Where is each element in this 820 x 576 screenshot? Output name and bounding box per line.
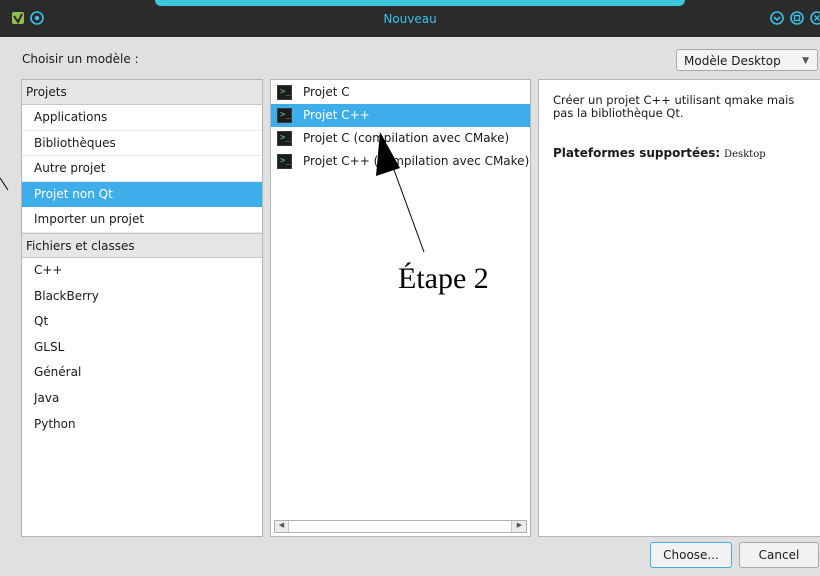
template-description: Créer un projet C++ utilisant qmake mais…: [553, 93, 795, 120]
category-item-import-project[interactable]: Importer un projet: [22, 207, 262, 233]
category-item-general[interactable]: Général: [22, 360, 262, 386]
template-label: Projet C++ (compilation avec CMake): [303, 154, 530, 168]
supported-platforms: Plateformes supportées: Desktop: [553, 146, 766, 160]
template-label: Projet C: [303, 85, 350, 99]
category-item-cpp[interactable]: C++: [22, 258, 262, 284]
scroll-right-icon[interactable]: ▶: [514, 520, 525, 531]
model-label: Choisir un modèle :: [22, 52, 139, 66]
annotation-arrow-edge: [0, 177, 9, 191]
cancel-button[interactable]: Cancel: [739, 542, 819, 568]
terminal-icon: >_: [277, 154, 292, 169]
category-item-glsl[interactable]: GLSL: [22, 335, 262, 361]
model-combo-value: Modèle Desktop: [684, 54, 781, 68]
maximize-icon[interactable]: [789, 10, 805, 26]
title-bar: Nouveau: [0, 0, 820, 37]
description-panel: Créer un projet C++ utilisant qmake mais…: [538, 79, 820, 537]
horizontal-scrollbar[interactable]: ◀ ▶: [274, 520, 527, 533]
template-label: Projet C (compilation avec CMake): [303, 131, 510, 145]
template-item-cpp-cmake[interactable]: >_ Projet C++ (compilation avec CMake): [271, 150, 530, 173]
title-glow: [155, 0, 685, 6]
category-item-java[interactable]: Java: [22, 386, 262, 412]
terminal-icon: >_: [277, 108, 292, 123]
platforms-value: Desktop: [724, 149, 766, 160]
category-item-blackberry[interactable]: BlackBerry: [22, 284, 262, 310]
chevron-down-icon: ▼: [802, 56, 809, 66]
platforms-label: Plateformes supportées:: [553, 146, 721, 160]
template-panel: >_ Projet C >_ Projet C++ >_ Projet C (c…: [270, 79, 531, 537]
category-item-qt[interactable]: Qt: [22, 309, 262, 335]
close-icon[interactable]: [809, 10, 820, 26]
category-item-libraries[interactable]: Bibliothèques: [22, 131, 262, 157]
category-header-files: Fichiers et classes: [22, 232, 262, 258]
terminal-icon: >_: [277, 85, 292, 100]
model-combo[interactable]: Modèle Desktop ▼: [676, 49, 818, 71]
template-item-cpp[interactable]: >_ Projet C++: [271, 104, 530, 127]
scrollbar-thumb[interactable]: [288, 521, 512, 532]
category-header-projects: Projets: [22, 80, 262, 105]
template-item-c[interactable]: >_ Projet C: [271, 81, 530, 104]
category-item-non-qt-project[interactable]: Projet non Qt: [22, 181, 262, 208]
category-item-other-project[interactable]: Autre projet: [22, 156, 262, 182]
window-title: Nouveau: [383, 12, 437, 26]
template-item-c-cmake[interactable]: >_ Projet C (compilation avec CMake): [271, 127, 530, 150]
category-panel: Projets Applications Bibliothèques Autre…: [21, 79, 263, 537]
template-label: Projet C++: [303, 108, 370, 122]
terminal-icon: >_: [277, 131, 292, 146]
minimize-icon[interactable]: [769, 10, 785, 26]
category-item-applications[interactable]: Applications: [22, 105, 262, 131]
choose-button[interactable]: Choose...: [650, 542, 732, 568]
category-item-python[interactable]: Python: [22, 412, 262, 438]
scroll-left-icon[interactable]: ◀: [276, 520, 287, 531]
annotation-step-label: Étape 2: [398, 262, 489, 295]
